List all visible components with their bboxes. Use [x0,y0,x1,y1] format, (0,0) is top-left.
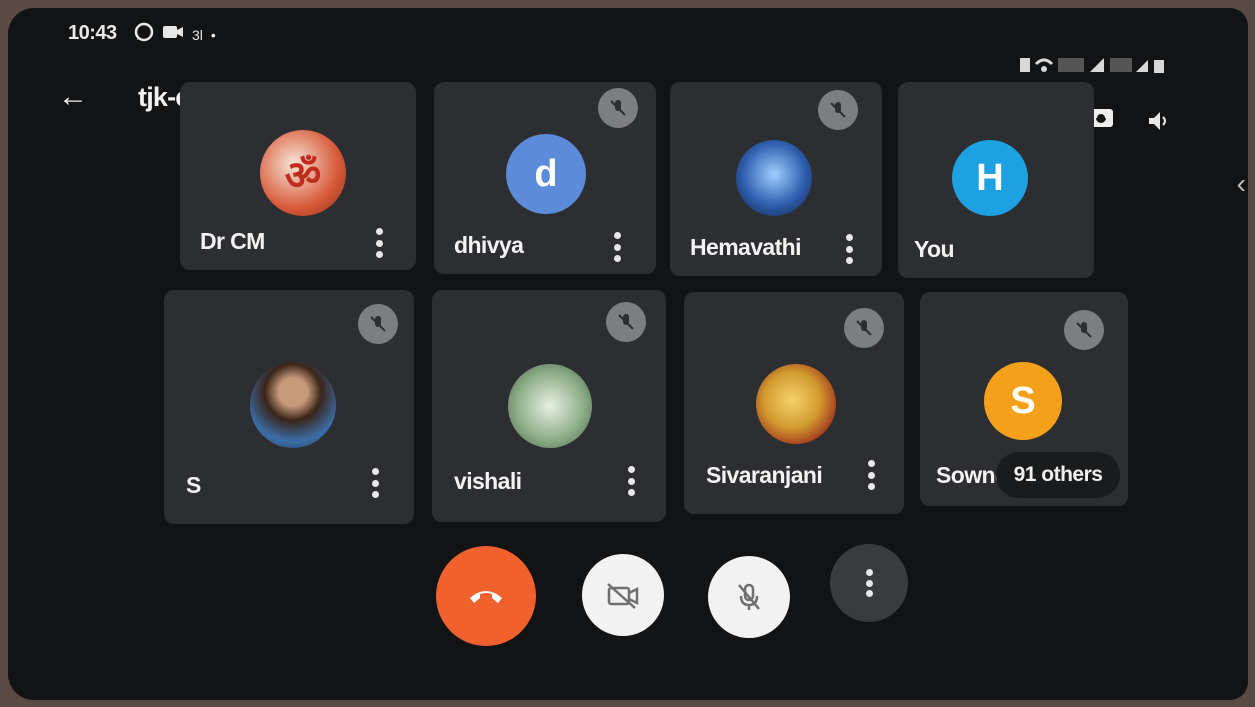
participant-name: vishali [454,468,522,494]
volte-icon [1058,58,1084,72]
avatar: ॐ [260,130,346,216]
participant-name: dhivya [454,232,524,258]
others-count-badge[interactable]: 91 others [996,452,1120,498]
dot-icon: • [210,26,216,43]
participant-tile[interactable]: vishali [432,290,666,522]
wifi-icon [1034,58,1054,72]
end-call-icon [470,591,502,603]
mic-off-icon [1064,310,1104,350]
battery-icon [1154,60,1164,73]
participant-name: Sivaranjani [706,462,823,488]
video-icon [162,23,184,46]
avatar [508,364,592,448]
mic-off-icon [738,583,760,610]
participant-name: Dr CM [200,228,265,254]
mic-off-icon [606,302,646,342]
phone-screen: 10:43 3l • ← tjk-empm-xxs ‹ [8,8,1248,700]
chevron-left-icon[interactable]: ‹ [1237,168,1246,200]
status-icons-left: 3l • [134,22,216,47]
avatar: S [984,362,1062,440]
avatar [250,362,336,448]
status-time: 10:43 [68,22,117,44]
participant-tile[interactable]: H You [898,82,1094,278]
more-vert-icon[interactable] [866,460,876,490]
avatar [756,364,836,444]
camera-off-icon [607,583,639,609]
participant-name: Hemavathi [690,234,802,260]
signal-icon [1090,58,1148,72]
more-options-button[interactable] [830,544,908,622]
mic-off-icon [598,88,638,128]
more-vert-icon[interactable] [626,466,636,496]
more-vert-icon[interactable] [374,228,384,258]
back-arrow-icon[interactable]: ← [58,80,88,114]
participant-name: You [914,236,955,262]
mic-off-icon [844,308,884,348]
mic-off-icon [358,304,398,344]
vibrate-icon [1020,58,1030,72]
more-vert-icon[interactable] [612,232,622,262]
avatar-initial: H [976,156,1004,199]
more-vert-icon [864,569,874,597]
status-icons-right [1018,52,1168,79]
avatar [736,140,812,216]
more-vert-icon[interactable] [844,234,854,264]
more-vert-icon[interactable] [370,468,380,498]
avatar-initial: d [534,152,558,195]
avatar-initial: S [1010,379,1036,422]
participant-tile[interactable]: ॐ Dr CM [180,82,416,270]
participant-tile[interactable]: Sivaranjani [684,292,904,514]
participant-tile[interactable]: d dhivya [434,82,656,274]
whatsapp-icon [134,22,154,47]
mic-off-icon [818,90,858,130]
avatar: H [952,140,1028,216]
avatar: d [506,134,586,214]
network-icon: 3l [192,26,203,43]
om-symbol-icon: ॐ [284,153,322,198]
speaker-icon[interactable] [1142,104,1176,138]
mic-toggle-button[interactable] [708,556,790,638]
end-call-button[interactable] [436,546,536,646]
participant-tile[interactable]: S [164,290,414,524]
participant-name: S [186,472,201,498]
camera-toggle-button[interactable] [582,554,664,636]
participant-tile[interactable]: Hemavathi [670,82,882,276]
